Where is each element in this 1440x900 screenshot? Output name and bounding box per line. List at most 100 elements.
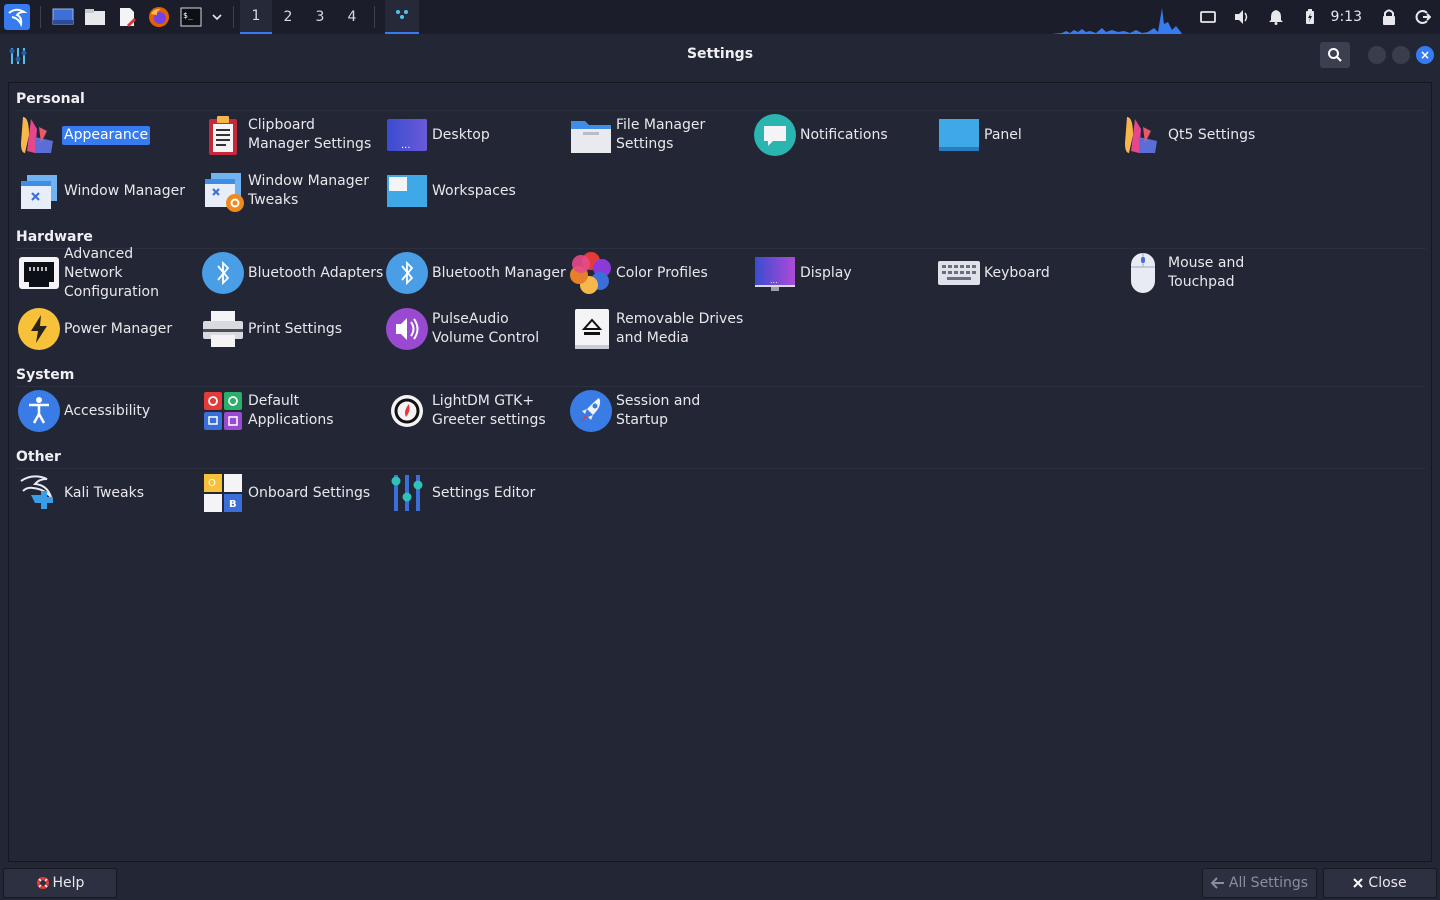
volume-icon[interactable]	[1225, 0, 1259, 34]
settings-item-label: Display	[800, 264, 852, 281]
settings-item-label: Default Applications	[248, 393, 334, 428]
accessibility-icon	[16, 388, 62, 434]
settings-item-label: Onboard Settings	[248, 484, 371, 501]
settings-item-label: Desktop	[432, 126, 490, 143]
settings-item-label: Window Manager	[64, 182, 186, 199]
workspace-1[interactable]: 1	[240, 0, 272, 34]
text-editor-icon[interactable]	[116, 6, 138, 28]
eject-icon	[568, 306, 614, 352]
bell-icon[interactable]	[1259, 0, 1293, 34]
chevron-down-icon[interactable]	[211, 6, 223, 28]
lock-icon[interactable]	[1372, 0, 1406, 34]
settings-item-label: Mouse and Touchpad	[1168, 255, 1245, 290]
settings-item-print-settings[interactable]: Print Settings	[200, 304, 384, 354]
default-apps-icon	[200, 388, 246, 434]
settings-item-removable-drives[interactable]: Removable Drives and Media	[568, 304, 752, 354]
settings-item-clipboard-manager[interactable]: Clipboard Manager Settings	[200, 110, 384, 160]
settings-item-label: Advanced Network Configuration	[64, 245, 159, 300]
svg-text:$_: $_	[183, 11, 193, 20]
onboard-icon: OB	[200, 470, 246, 516]
cpu-graph	[1052, 8, 1182, 34]
close-window-button[interactable]: ×	[1416, 46, 1434, 64]
svg-text:...: ...	[770, 276, 778, 285]
settings-item-bluetooth-manager[interactable]: Bluetooth Manager	[384, 248, 568, 298]
workspace-2[interactable]: 2	[272, 0, 304, 34]
arrow-left-icon	[1210, 877, 1224, 889]
svg-text:...: ...	[401, 140, 411, 151]
volume-icon	[384, 306, 430, 352]
settings-item-qt5[interactable]: Qt5 Settings	[1120, 110, 1304, 160]
taskbar-settings-window[interactable]	[385, 0, 419, 34]
settings-item-settings-editor[interactable]: Settings Editor	[384, 468, 568, 518]
settings-item-window-manager[interactable]: Window Manager	[16, 166, 200, 216]
network-icon	[16, 250, 62, 296]
settings-item-desktop[interactable]: ... Desktop	[384, 110, 568, 160]
settings-item-pulseaudio[interactable]: PulseAudio Volume Control	[384, 304, 568, 354]
firefox-icon[interactable]	[148, 6, 170, 28]
minimize-button[interactable]	[1368, 46, 1386, 64]
settings-item-label: Accessibility	[64, 402, 151, 419]
settings-item-window-manager-tweaks[interactable]: Window Manager Tweaks	[200, 166, 384, 216]
search-icon	[1328, 48, 1342, 62]
file-manager-icon[interactable]	[84, 6, 106, 28]
keyboard-icon	[936, 250, 982, 296]
settings-item-label: Keyboard	[984, 264, 1050, 281]
settings-item-bluetooth-adapters[interactable]: Bluetooth Adapters	[200, 248, 384, 298]
settings-item-display[interactable]: ... Display	[752, 248, 936, 298]
category-system: System	[16, 367, 75, 383]
workspace-3[interactable]: 3	[304, 0, 336, 34]
settings-item-panel[interactable]: Panel	[936, 110, 1120, 160]
settings-item-accessibility[interactable]: Accessibility	[16, 386, 200, 436]
kali-logo-icon	[4, 4, 30, 30]
settings-item-onboard-settings[interactable]: OB Onboard Settings	[200, 468, 384, 518]
workspace-4[interactable]: 4	[336, 0, 368, 34]
settings-item-power-manager[interactable]: Power Manager	[16, 304, 200, 354]
terminal-icon[interactable]: $_	[180, 6, 202, 28]
notification-icon	[752, 112, 798, 158]
lightdm-icon	[384, 388, 430, 434]
rocket-icon	[568, 388, 614, 434]
maximize-button[interactable]	[1392, 46, 1410, 64]
settings-item-color-profiles[interactable]: Color Profiles	[568, 248, 752, 298]
close-label: Close	[1368, 875, 1407, 891]
settings-item-lightdm-greeter[interactable]: LightDM GTK+ Greeter settings	[384, 386, 568, 436]
show-desktop-icon[interactable]	[52, 6, 74, 28]
settings-item-keyboard[interactable]: Keyboard	[936, 248, 1120, 298]
display-tray-icon[interactable]	[1191, 0, 1225, 34]
window-title: Settings	[686, 46, 754, 62]
svg-text:O: O	[208, 478, 216, 489]
svg-text:B: B	[229, 499, 237, 510]
bluetooth-icon	[200, 250, 246, 296]
settings-item-label: Bluetooth Adapters	[248, 264, 384, 281]
settings-item-label: Kali Tweaks	[64, 484, 145, 501]
settings-item-file-manager[interactable]: File Manager Settings	[568, 110, 752, 160]
settings-editor-icon	[384, 470, 430, 516]
settings-item-label: Clipboard Manager Settings	[248, 117, 372, 152]
settings-item-kali-tweaks[interactable]: Kali Tweaks	[16, 468, 200, 518]
settings-item-default-applications[interactable]: Default Applications	[200, 386, 384, 436]
settings-item-advanced-network[interactable]: Advanced Network Configuration	[16, 246, 200, 300]
settings-item-mouse-touchpad[interactable]: Mouse and Touchpad	[1120, 248, 1304, 298]
settings-item-notifications[interactable]: Notifications	[752, 110, 936, 160]
window-tweaks-icon	[200, 168, 246, 214]
clock[interactable]: 9:13	[1331, 9, 1362, 25]
help-button[interactable]: Help	[3, 868, 117, 898]
category-personal: Personal	[16, 91, 85, 107]
search-button[interactable]	[1320, 42, 1350, 68]
logout-icon[interactable]	[1406, 0, 1440, 34]
clipboard-icon	[200, 112, 246, 158]
all-settings-button[interactable]: All Settings	[1202, 868, 1317, 898]
kali-dragon-icon	[16, 470, 62, 516]
display-icon: ...	[752, 250, 798, 296]
battery-icon[interactable]	[1293, 0, 1327, 34]
settings-item-workspaces[interactable]: Workspaces	[384, 166, 568, 216]
close-button[interactable]: Close	[1323, 868, 1437, 898]
settings-item-label: Print Settings	[248, 320, 343, 337]
kali-menu-button[interactable]	[0, 0, 34, 34]
bluetooth-icon	[384, 250, 430, 296]
desktop-icon: ...	[384, 112, 430, 158]
close-icon	[1353, 878, 1364, 888]
power-icon	[16, 306, 62, 352]
settings-item-appearance[interactable]: Appearance	[16, 110, 200, 160]
settings-item-session-startup[interactable]: Session and Startup	[568, 386, 752, 436]
